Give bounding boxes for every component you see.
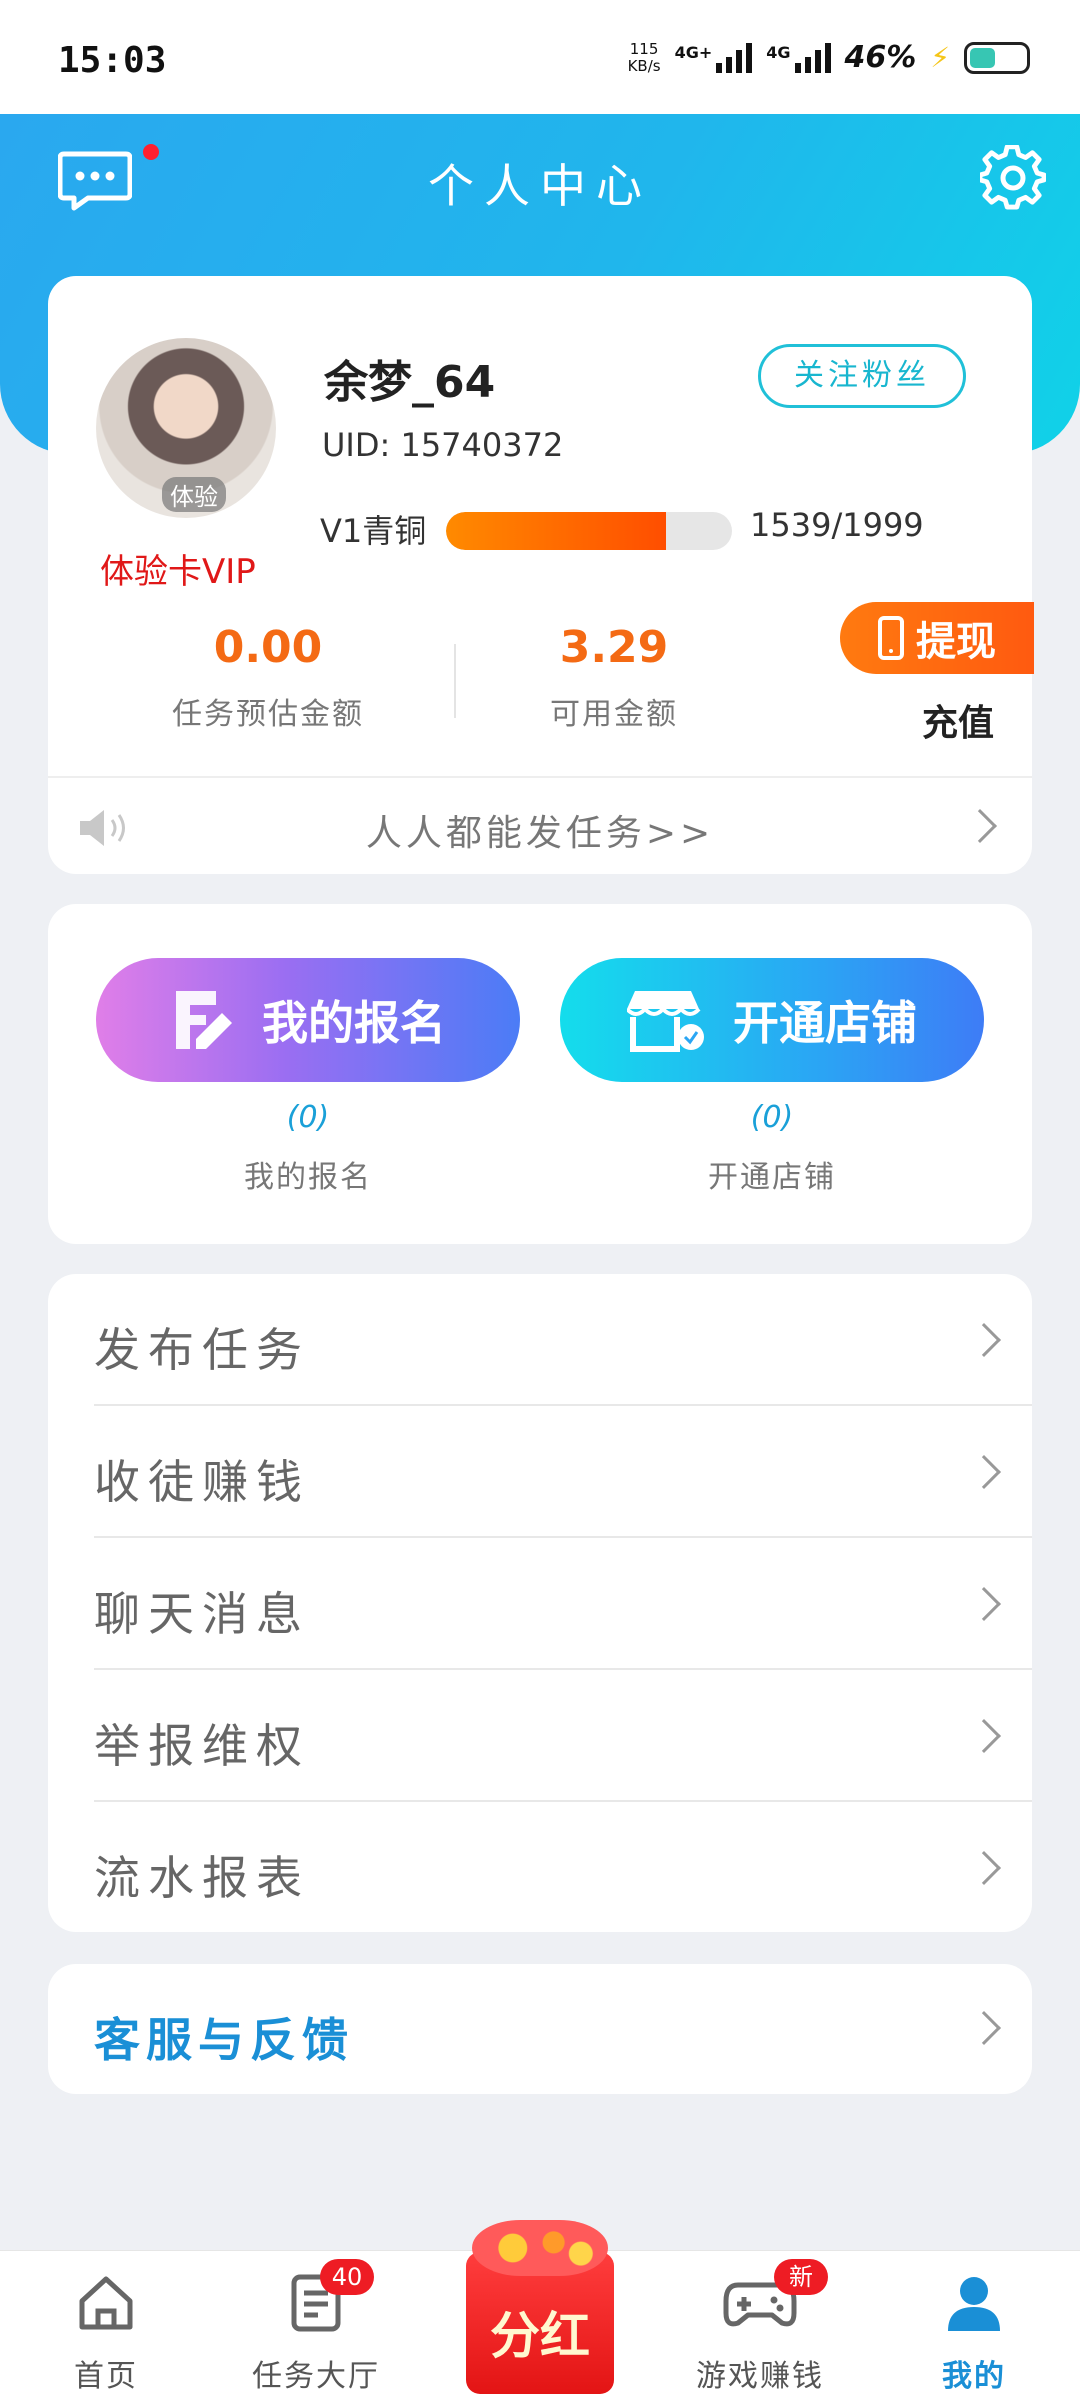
dividend-button[interactable]: 分红 [466,2214,614,2394]
menu-item-label: 举报维权 [94,1719,310,1773]
chevron-right-icon [967,1719,1001,1753]
status-bar: 15:03 115 KB/s 4G+ 4G 46% ⚡ [0,0,1080,114]
nav-task-hall-label: 任务大厅 [252,2359,380,2394]
page-title: 个人中心 [428,159,652,213]
my-signup-caption: 我的报名 [244,1160,372,1195]
battery-icon [964,41,1030,74]
avatar-badge: 体验 [162,477,226,512]
signal-1: 4G+ [674,42,753,73]
user-id: UID: 15740372 [322,426,564,464]
estimated-amount-value: 0.00 [213,622,323,673]
open-shop-count: (0) [750,1100,794,1135]
vip-label[interactable]: 体验卡VIP [100,544,256,593]
menu-item-chat-messages[interactable]: 聊天消息 [94,1538,1032,1670]
nav-game-earn-label: 游戏赚钱 [696,2359,824,2394]
chevron-right-icon [967,1851,1001,1885]
available-amount-stat[interactable]: 3.29 可用金额 [514,622,714,733]
available-amount-label: 可用金额 [550,697,678,732]
withdraw-label: 提现 [916,619,996,665]
nav-home-label: 首页 [74,2359,138,2394]
chevron-right-icon [967,1587,1001,1621]
menu-item-label: 发布任务 [94,1323,310,1377]
network-speed: 115 KB/s [627,39,661,75]
menu-item-label: 流水报表 [94,1851,310,1905]
menu-item-label: 收徒赚钱 [94,1455,310,1509]
level-count: 1539/1999 [750,506,924,544]
signup-shop-card: 我的报名 开通店铺 (0) 我的报名 (0) 开通店铺 [48,904,1032,1244]
store-icon [627,991,704,1052]
signal-bars-icon [794,42,831,73]
my-signup-label: 我的报名 [262,996,446,1050]
network-speed-value: 115 [629,39,659,58]
level-progress-fill [446,512,667,550]
status-indicators: 115 KB/s 4G+ 4G 46% ⚡ [628,40,1030,75]
signal-2: 4G [766,42,831,73]
menu-item-transactions[interactable]: 流水报表 [94,1802,1032,1934]
menu-item-label: 聊天消息 [94,1587,310,1641]
edit-form-icon [176,991,232,1049]
chevron-right-icon [967,1455,1001,1489]
menu-card: 发布任务 收徒赚钱 聊天消息 举报维权 流水报表 [48,1274,1032,1932]
menu-item-recruit-earn[interactable]: 收徒赚钱 [94,1406,1032,1538]
signal-bars-icon [716,42,753,73]
new-badge: 新 [774,2259,828,2295]
my-signup-button[interactable]: 我的报名 [96,958,520,1082]
stat-divider [454,644,456,718]
recharge-button[interactable]: 充值 [922,694,994,746]
open-shop-label: 开通店铺 [733,996,917,1050]
estimated-amount-label: 任务预估金额 [172,697,364,732]
menu-item-report[interactable]: 举报维权 [94,1670,1032,1802]
signal-1-label: 4G+ [674,42,713,62]
follow-fans-button[interactable]: 关注粉丝 [758,344,966,408]
profile-card: 体验 体验卡VIP 余梦_64 UID: 15740372 关注粉丝 V1青铜 … [48,276,1034,874]
nav-mine-label: 我的 [942,2359,1006,2394]
estimated-amount-stat[interactable]: 0.00 任务预估金额 [158,622,378,733]
available-amount-value: 3.29 [559,622,669,673]
chevron-right-icon [967,2011,1001,2045]
username: 余梦_64 [324,357,496,408]
avatar[interactable]: 体验 [96,338,276,518]
signal-2-label: 4G [766,42,791,62]
notice-text: 人人都能发任务>> [365,813,715,854]
network-speed-unit: KB/s [627,56,661,75]
task-count-badge: 40 [320,2259,374,2295]
withdraw-button[interactable]: 提现 [840,602,1034,674]
nav-home[interactable]: 首页 [6,2251,206,2400]
service-feedback-label: 客服与反馈 [94,2013,354,2067]
nav-task-hall[interactable]: 40 任务大厅 [216,2251,416,2400]
menu-item-publish-task[interactable]: 发布任务 [94,1274,1032,1406]
level-progress-bar [446,512,732,550]
nav-mine[interactable]: 我的 [874,2251,1074,2400]
open-shop-button[interactable]: 开通店铺 [560,958,984,1082]
open-shop-caption: 开通店铺 [708,1160,836,1195]
status-time: 15:03 [58,40,167,81]
charging-icon: ⚡ [930,41,950,74]
service-feedback-row[interactable]: 客服与反馈 [48,1964,1032,2094]
chevron-right-icon [967,1323,1001,1357]
my-signup-count: (0) [286,1100,330,1135]
coins-decoration [472,2220,608,2276]
phone-icon [878,616,904,660]
battery-percent: 46% [844,40,917,75]
gear-icon[interactable] [980,145,1046,211]
notice-row[interactable]: 人人都能发任务>> [48,776,1032,874]
home-icon [79,2276,133,2330]
nav-game-earn[interactable]: 新 游戏赚钱 [660,2251,860,2400]
dividend-label: 分红 [490,2307,590,2365]
user-icon [948,2277,1000,2331]
level-label: V1青铜 [320,512,427,550]
